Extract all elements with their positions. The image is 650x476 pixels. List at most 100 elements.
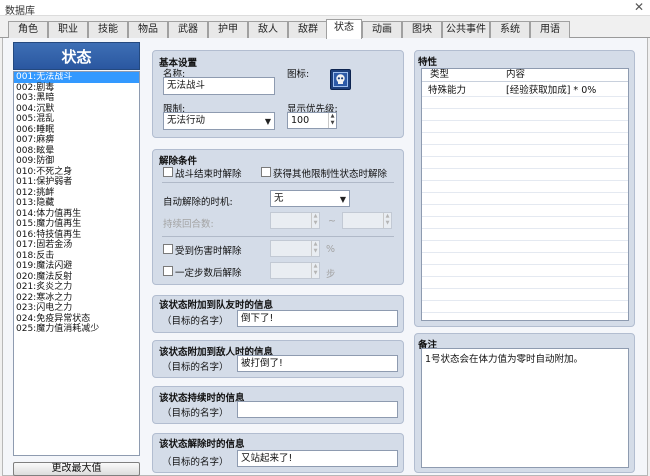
removal-conditions-title: 解除条件 [159, 156, 198, 167]
list-item[interactable]: 007:麻痹 [14, 135, 139, 146]
list-item[interactable]: 024:免疫异常状态 [14, 314, 139, 325]
table-row[interactable] [422, 205, 628, 217]
note-textarea[interactable]: 1号状态会在体力值为零时自动附加。 [421, 348, 629, 468]
change-maximum-button[interactable]: 更改最大值 [13, 462, 140, 476]
restriction-removal-checkbox[interactable] [261, 167, 271, 177]
table-row[interactable] [422, 109, 628, 121]
list-item[interactable]: 001:无法战斗 [14, 72, 139, 83]
steps-unit: 步 [326, 269, 336, 280]
table-row[interactable] [422, 97, 628, 109]
remove-message-field[interactable]: 又站起来了! [237, 450, 398, 467]
list-item[interactable]: 006:睡眠 [14, 125, 139, 136]
table-row[interactable] [422, 277, 628, 289]
target-name-label: （目标的名字） [162, 362, 229, 373]
tab-actors[interactable]: 角色 [8, 21, 48, 38]
list-item[interactable]: 017:固若金汤 [14, 240, 139, 251]
trait-type: 特殊能力 [428, 85, 467, 96]
list-item[interactable]: 018:反击 [14, 251, 139, 262]
table-row[interactable] [422, 253, 628, 265]
table-row[interactable] [422, 145, 628, 157]
table-row[interactable] [422, 133, 628, 145]
table-row[interactable] [422, 289, 628, 301]
list-item[interactable]: 010:不死之身 [14, 167, 139, 178]
persist-message-title: 该状态持续时的信息 [159, 393, 245, 404]
auto-removal-dropdown[interactable]: 无 ▼ [270, 190, 350, 207]
list-item[interactable]: 020:魔法反射 [14, 272, 139, 283]
list-item[interactable]: 002:剧毒 [14, 83, 139, 94]
tab-skills[interactable]: 技能 [88, 21, 128, 38]
remove-message-title: 该状态解除时的信息 [159, 439, 245, 450]
tab-weapons[interactable]: 武器 [168, 21, 208, 38]
restriction-value: 无法行动 [167, 115, 206, 126]
priority-stepper[interactable]: 100 ▲ ▼ [287, 112, 337, 129]
traits-table[interactable]: 类型 内容 特殊能力 [经验获取加成] * 0% [421, 68, 629, 321]
damage-removal-checkbox[interactable] [163, 244, 173, 254]
skull-icon[interactable] [330, 69, 351, 90]
tab-animations[interactable]: 动画 [362, 21, 402, 38]
trait-content: [经验获取加成] * 0% [506, 85, 597, 96]
tab-terms[interactable]: 用语 [530, 21, 570, 38]
state-list[interactable]: 001:无法战斗 002:剧毒 003:黑暗 004:沉默 005:混乱 006… [13, 71, 140, 456]
list-item[interactable]: 012:挑衅 [14, 188, 139, 199]
list-item[interactable]: 021:炙炎之力 [14, 282, 139, 293]
duration-min-stepper[interactable]: ▲ ▼ [270, 212, 320, 229]
list-item[interactable]: 003:黑暗 [14, 93, 139, 104]
tab-system[interactable]: 系统 [490, 21, 530, 38]
table-row[interactable] [422, 169, 628, 181]
list-item[interactable]: 013:隐藏 [14, 198, 139, 209]
list-item[interactable]: 009:防御 [14, 156, 139, 167]
table-row[interactable] [422, 157, 628, 169]
table-row[interactable] [422, 265, 628, 277]
tab-classes[interactable]: 职业 [48, 21, 88, 38]
table-row[interactable]: 特殊能力 [经验获取加成] * 0% [422, 85, 628, 97]
restriction-dropdown[interactable]: 无法行动 ▼ [163, 112, 275, 130]
table-row[interactable] [422, 241, 628, 253]
name-field[interactable]: 无法战斗 [163, 77, 275, 95]
list-item[interactable]: 014:体力值再生 [14, 209, 139, 220]
table-row[interactable] [422, 217, 628, 229]
table-row[interactable] [422, 301, 628, 313]
traits-table-header: 类型 内容 [422, 69, 628, 82]
battle-end-checkbox[interactable] [163, 167, 173, 177]
list-item[interactable]: 004:沉默 [14, 104, 139, 115]
state-list-header: 状态 [13, 42, 140, 70]
list-item[interactable]: 015:魔力值再生 [14, 219, 139, 230]
tab-troops[interactable]: 敌群 [288, 21, 328, 38]
duration-max-stepper[interactable]: ▲ ▼ [342, 212, 392, 229]
tab-items[interactable]: 物品 [128, 21, 168, 38]
list-item[interactable]: 005:混乱 [14, 114, 139, 125]
stepper-arrows-icon: ▲ ▼ [311, 263, 319, 278]
actor-message-field[interactable]: 倒下了! [237, 310, 398, 327]
table-row[interactable] [422, 193, 628, 205]
stepper-arrows-icon[interactable]: ▲ ▼ [328, 113, 336, 128]
walking-removal-checkbox[interactable] [163, 266, 173, 276]
persist-message-field[interactable] [237, 401, 398, 418]
tab-tilesets[interactable]: 图块 [402, 21, 442, 38]
table-row[interactable] [422, 229, 628, 241]
walking-removal-label: 一定步数后解除 [175, 268, 242, 279]
list-item[interactable]: 022:寒冰之力 [14, 293, 139, 304]
steps-stepper[interactable]: ▲ ▼ [270, 262, 320, 279]
target-name-label: （目标的名字） [162, 457, 229, 468]
list-item[interactable]: 023:闪电之力 [14, 303, 139, 314]
close-icon[interactable]: ✕ [634, 0, 644, 14]
tab-armors[interactable]: 护甲 [208, 21, 248, 38]
list-item[interactable]: 025:魔力值消耗减少 [14, 324, 139, 335]
table-row[interactable] [422, 181, 628, 193]
percent-unit: % [326, 244, 336, 255]
list-item[interactable]: 008:眩晕 [14, 146, 139, 157]
tab-states[interactable]: 状态 [326, 19, 362, 39]
priority-value: 100 [291, 115, 310, 126]
window-title: 数据库 [5, 6, 35, 17]
list-item[interactable]: 016:特技值再生 [14, 230, 139, 241]
list-item[interactable]: 011:保护弱者 [14, 177, 139, 188]
title-bar: 数据库 ✕ [0, 0, 650, 17]
tab-enemies[interactable]: 敌人 [248, 21, 288, 38]
stepper-arrows-icon: ▲ ▼ [383, 213, 391, 228]
tab-common-events[interactable]: 公共事件 [442, 21, 490, 38]
damage-percent-stepper[interactable]: ▲ ▼ [270, 240, 320, 257]
enemy-message-field[interactable]: 被打倒了! [237, 355, 398, 372]
column-header-content: 内容 [506, 69, 526, 80]
list-item[interactable]: 019:魔法闪避 [14, 261, 139, 272]
table-row[interactable] [422, 121, 628, 133]
